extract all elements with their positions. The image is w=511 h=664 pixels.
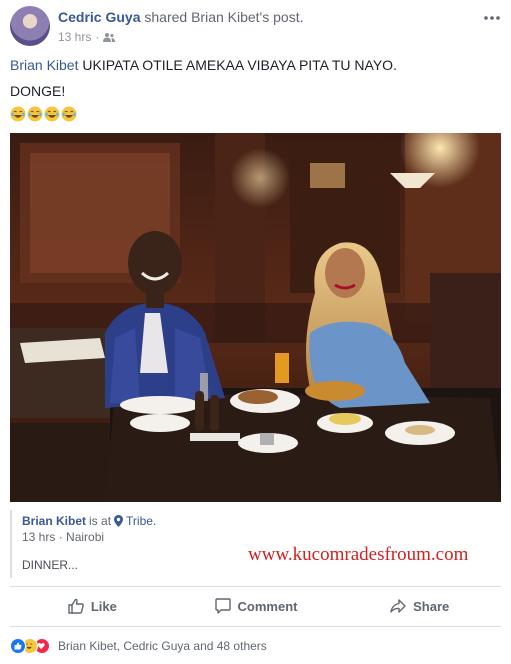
laughing-tears-emoji-icon [10,106,26,122]
post-body: Brian Kibet UKIPATA OTILE AMEKAA VIBAYA … [10,54,501,122]
post-line-1-text: UKIPATA OTILE AMEKAA VIBAYA PITA TU NAYO… [82,57,397,73]
shared-post-meta: 13 hrs · Nairobi [22,530,104,544]
mention-link[interactable]: Brian Kibet [10,57,78,73]
comment-icon [214,598,231,614]
separator-dot: · [95,30,100,44]
shared-post-card[interactable]: Brian Kibet is at Tribe. 13 hrs · Nairob… [10,508,501,583]
share-arrow-icon [390,599,406,613]
post-line-1: Brian Kibet UKIPATA OTILE AMEKAA VIBAYA … [10,54,501,76]
location-pin-icon [114,515,124,527]
reactions-summary: Brian Kibet, Cedric Guya and 48 others [10,636,267,656]
restaurant-dinner-photo [10,133,501,502]
shared-target-link[interactable]: Brian Kibet's post. [191,9,303,25]
watermark: www.kucomradesfroum.com [248,544,469,565]
friends-icon[interactable] [103,32,116,42]
like-label: Like [90,598,117,614]
comment-label: Comment [237,598,298,614]
shared-post-title: Brian Kibet is at Tribe. [22,514,156,528]
reaction-icons[interactable] [10,638,50,654]
quote-bar [10,510,12,578]
comment-button[interactable]: Comment [174,590,338,622]
emoji-row [10,106,501,122]
shared-label: shared [144,9,188,25]
place-link[interactable]: Tribe. [126,514,156,528]
divider-bottom [10,626,501,627]
author-name[interactable]: Cedric Guya [58,9,140,25]
share-label: Share [413,598,450,614]
action-bar: Like Comment Share [10,590,501,622]
post-line-2: DONGE! [10,83,66,99]
like-button[interactable]: Like [10,590,174,622]
share-button[interactable]: Share [337,590,501,622]
is-at-label: is at [89,514,112,528]
more-options-icon[interactable] [483,12,501,24]
separator-dot: · [58,530,67,544]
shared-author-name[interactable]: Brian Kibet [22,514,86,528]
laughing-tears-emoji-icon [44,106,60,122]
shared-post-time[interactable]: 13 hrs [22,530,55,544]
divider-top [10,586,501,587]
thumbs-up-icon [68,598,84,614]
post-header: Cedric Guya shared Brian Kibet's post. 1… [10,6,501,46]
avatar[interactable] [10,6,50,46]
post-timestamp[interactable]: 13 hrs [58,30,91,44]
shared-post-location[interactable]: Nairobi [66,530,104,544]
laughing-tears-emoji-icon [27,106,43,122]
laughing-tears-emoji-icon [61,106,77,122]
reaction-summary-text[interactable]: Brian Kibet, Cedric Guya and 48 others [58,639,267,653]
like-reaction-icon [10,638,26,654]
shared-post-body: DINNER... [22,558,79,572]
post-photo[interactable] [10,133,501,502]
author-line: Cedric Guya shared Brian Kibet's post. [58,9,303,25]
post-meta: 13 hrs · [58,30,116,44]
